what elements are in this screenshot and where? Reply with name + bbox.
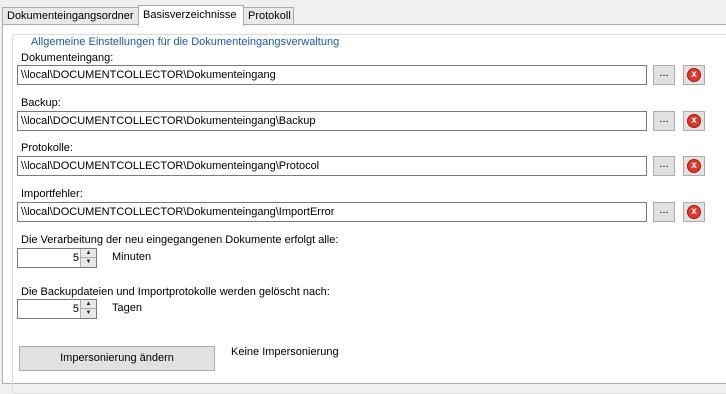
clear-importfehler-button[interactable]: x [683, 202, 705, 222]
browse-importfehler-button[interactable]: ... [653, 202, 675, 222]
label-backup: Backup: [21, 97, 61, 109]
retention-label: Die Backupdateien und Importprotokolle w… [21, 286, 330, 298]
clear-dokumenteingang-button[interactable]: x [683, 65, 705, 85]
importfehler-path-field[interactable]: \\local\DOCUMENTCOLLECTOR\Dokumenteingan… [17, 202, 647, 222]
tab-basisverzeichnisse[interactable]: Basisverzeichnisse [138, 5, 244, 26]
label-dokumenteingang: Dokumenteingang: [21, 52, 114, 64]
label-importfehler: Importfehler: [21, 188, 83, 200]
processing-interval-label: Die Verarbeitung der neu eingegangenen D… [21, 234, 339, 246]
processing-interval-unit: Minuten [112, 251, 152, 263]
stepper-up-icon[interactable]: ▲ [81, 300, 96, 309]
retention-unit: Tagen [112, 302, 142, 314]
tab-dokumenteingangsordner[interactable]: Dokumenteingangsordner [2, 7, 139, 24]
stepper-down-icon[interactable]: ▼ [81, 309, 96, 318]
tab-protokoll[interactable]: Protokoll [243, 7, 294, 24]
change-impersonation-button[interactable]: Impersonierung ändern [19, 346, 215, 371]
stepper-down-icon[interactable]: ▼ [81, 258, 96, 267]
retention-stepper[interactable]: 5 ▲ ▼ [17, 299, 97, 319]
protokolle-path-field[interactable]: \\local\DOCUMENTCOLLECTOR\Dokumenteingan… [17, 156, 647, 176]
dokumenteingang-path-field[interactable]: \\local\DOCUMENTCOLLECTOR\Dokumenteingan… [17, 65, 647, 85]
delete-icon: x [687, 114, 701, 128]
processing-interval-stepper[interactable]: 5 ▲ ▼ [17, 248, 97, 268]
clear-backup-button[interactable]: x [683, 111, 705, 131]
label-protokolle: Protokolle: [21, 142, 73, 154]
backup-path-field[interactable]: \\local\DOCUMENTCOLLECTOR\Dokumenteingan… [17, 111, 647, 131]
delete-icon: x [687, 205, 701, 219]
clear-protokolle-button[interactable]: x [683, 156, 705, 176]
processing-interval-value[interactable]: 5 [73, 252, 79, 264]
delete-icon: x [687, 159, 701, 173]
browse-backup-button[interactable]: ... [653, 111, 675, 131]
stepper-buttons: ▲ ▼ [80, 300, 96, 318]
browse-dokumenteingang-button[interactable]: ... [653, 65, 675, 85]
delete-icon: x [687, 68, 701, 82]
stepper-buttons: ▲ ▼ [80, 249, 96, 267]
browse-protokolle-button[interactable]: ... [653, 156, 675, 176]
group-title: Allgemeine Einstellungen für die Dokumen… [29, 36, 342, 48]
stepper-up-icon[interactable]: ▲ [81, 249, 96, 258]
impersonation-status: Keine Impersonierung [231, 346, 339, 358]
retention-value[interactable]: 5 [73, 303, 79, 315]
